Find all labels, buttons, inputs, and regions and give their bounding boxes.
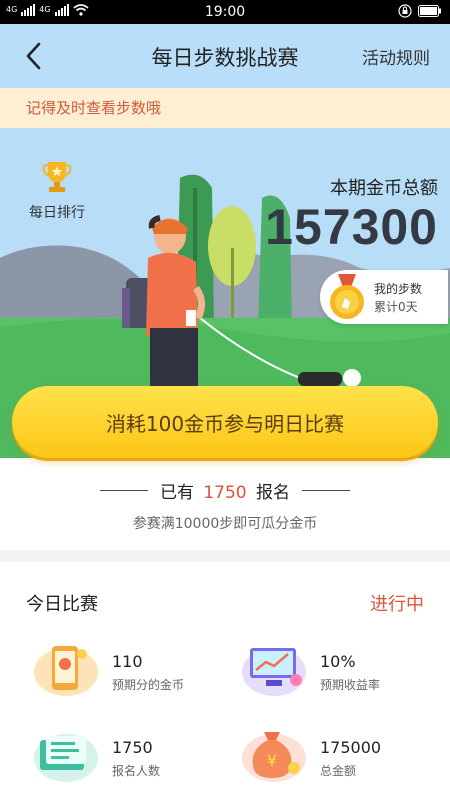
- phone-coin-icon: [34, 646, 98, 696]
- stat-label: 预期分的金币: [112, 678, 185, 692]
- registration-card-icon: [34, 734, 98, 782]
- my-steps-days: 累计0天: [374, 300, 418, 314]
- stat-value: 1750: [112, 738, 153, 757]
- total-coins-value: 157300: [265, 199, 438, 255]
- my-steps-label: 我的步数: [374, 282, 423, 296]
- battery-icon: [418, 5, 441, 17]
- status-right: [398, 4, 442, 18]
- header: 每日步数挑战赛 活动规则: [0, 24, 450, 88]
- stat-label: 总金额: [320, 764, 357, 778]
- join-tomorrow-button[interactable]: 消耗100金币参与明日比赛: [12, 386, 438, 458]
- today-section-title: 今日比赛: [26, 594, 98, 615]
- signup-prefix: 已有: [159, 483, 194, 503]
- signup-count: 1750: [203, 483, 247, 503]
- signup-info: 已有 1750 报名 参赛满10000步即可瓜分金币: [0, 478, 450, 533]
- signup-suffix: 报名: [256, 483, 291, 503]
- total-coins-label: 本期金币总额: [330, 178, 438, 199]
- stat-expected-return: 10% 预期收益率: [240, 640, 450, 700]
- stat-label: 预期收益率: [320, 678, 381, 692]
- medal-icon: [330, 274, 364, 319]
- stat-label: 报名人数: [112, 764, 161, 778]
- trophy-icon: [42, 162, 72, 192]
- status-time: 19:00: [204, 4, 246, 20]
- notice-bar: 记得及时查看步数哦: [0, 88, 450, 128]
- status-bar: 4G 4G 19:00: [0, 0, 450, 24]
- rules-link[interactable]: 活动规则: [362, 44, 430, 69]
- stat-total-amount: ¥ 175000 总金额: [240, 726, 450, 786]
- my-steps-card[interactable]: 我的步数 累计0天: [320, 270, 448, 324]
- today-status-badge: 进行中: [370, 594, 424, 615]
- stat-value: 110: [112, 652, 143, 671]
- divider-line-right: [302, 490, 351, 491]
- signup-text: 已有 1750 报名: [160, 478, 290, 503]
- lock-rotation-icon: [398, 4, 412, 18]
- stat-value: 10%: [320, 652, 356, 671]
- stat-value: 175000: [320, 738, 382, 757]
- divider-line-left: [99, 490, 148, 491]
- stat-expected-coins: 110 预期分的金币: [32, 640, 242, 700]
- section-divider: [0, 550, 450, 562]
- money-bag-icon: ¥: [242, 732, 306, 782]
- stat-signup-count: 1750 报名人数: [32, 726, 242, 786]
- daily-rank-button[interactable]: 每日排行: [22, 160, 92, 222]
- svg-text:¥: ¥: [267, 751, 277, 770]
- chart-screen-icon: [242, 648, 306, 696]
- signup-note: 参赛满10000步即可瓜分金币: [132, 516, 318, 532]
- signup-line: 已有 1750 报名: [0, 478, 450, 503]
- daily-rank-label: 每日排行: [29, 205, 85, 221]
